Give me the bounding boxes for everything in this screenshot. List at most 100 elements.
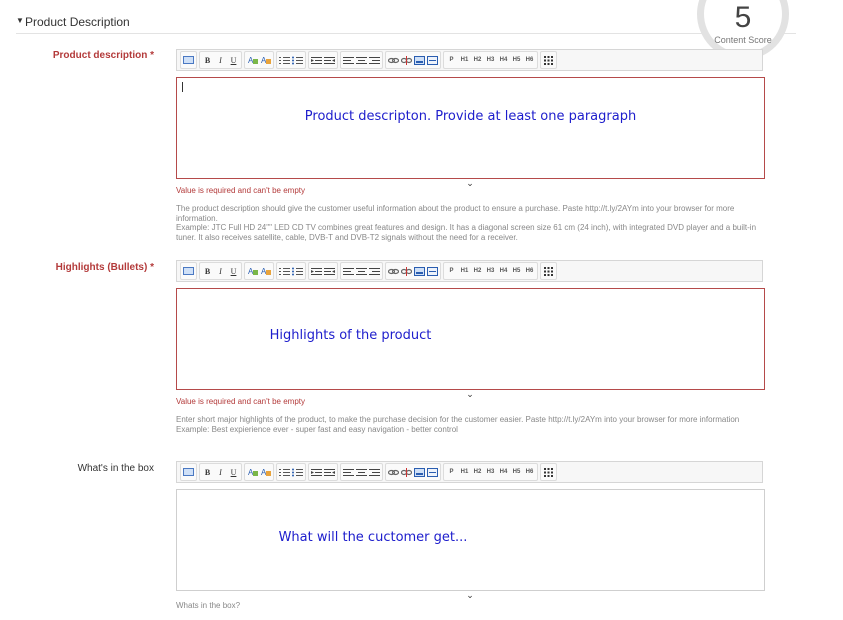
paragraph-button[interactable]: P — [445, 264, 458, 278]
unordered-list-icon[interactable] — [291, 264, 304, 278]
whats-in-the-box-label: What's in the box — [77, 463, 154, 474]
link-icon[interactable] — [387, 465, 400, 479]
resize-handle-icon[interactable]: ⌄ — [464, 591, 476, 600]
h4-button[interactable]: H4 — [497, 53, 510, 67]
unlink-icon[interactable] — [400, 465, 413, 479]
image-icon[interactable] — [413, 264, 426, 278]
outdent-icon[interactable] — [310, 53, 323, 67]
link-icon[interactable] — [387, 264, 400, 278]
italic-button[interactable]: I — [214, 53, 227, 67]
h1-button[interactable]: H1 — [458, 264, 471, 278]
content-score-label: Content Score — [714, 35, 772, 45]
align-left-icon[interactable] — [342, 53, 355, 67]
table-grid-icon[interactable] — [542, 53, 555, 67]
text-cursor — [182, 82, 183, 92]
h3-button[interactable]: H3 — [484, 53, 497, 67]
source-view-icon[interactable] — [182, 264, 195, 278]
underline-button[interactable]: U — [227, 53, 240, 67]
table-grid-icon[interactable] — [542, 264, 555, 278]
h2-button[interactable]: H2 — [471, 264, 484, 278]
h6-button[interactable]: H6 — [523, 465, 536, 479]
unlink-icon[interactable] — [400, 264, 413, 278]
h2-button[interactable]: H2 — [471, 465, 484, 479]
indent-icon[interactable] — [323, 53, 336, 67]
section-header[interactable]: ▼ Product Description — [16, 12, 796, 34]
horizontal-rule-icon[interactable] — [426, 264, 439, 278]
section-title: Product Description — [25, 15, 130, 29]
paragraph-button[interactable]: P — [445, 53, 458, 67]
indent-icon[interactable] — [323, 264, 336, 278]
whats-in-the-box-placeholder: What will the cuctomer get... — [278, 530, 468, 545]
paragraph-button[interactable]: P — [445, 465, 458, 479]
underline-button[interactable]: U — [227, 264, 240, 278]
product-description-editor[interactable]: Product descripton. Provide at least one… — [176, 77, 765, 179]
h1-button[interactable]: H1 — [458, 53, 471, 67]
align-left-icon[interactable] — [342, 264, 355, 278]
indent-icon[interactable] — [323, 465, 336, 479]
resize-handle-icon[interactable]: ⌄ — [464, 179, 476, 188]
description-error-message: Value is required and can't be empty — [176, 186, 306, 195]
description-help-text: The product description should give the … — [176, 204, 757, 242]
background-color-icon[interactable]: A — [259, 53, 272, 67]
highlights-help-text: Enter short major highlights of the prod… — [176, 415, 740, 434]
in-the-box-editor-toolbar: B I U A A P H1 H2 H3 H4 H5 H6 — [176, 461, 763, 483]
h6-button[interactable]: H6 — [523, 53, 536, 67]
text-color-icon[interactable]: A — [246, 465, 259, 479]
highlights-error-message: Value is required and can't be empty — [176, 397, 306, 406]
text-color-icon[interactable]: A — [246, 264, 259, 278]
link-icon[interactable] — [387, 53, 400, 67]
align-center-icon[interactable] — [355, 465, 368, 479]
underline-button[interactable]: U — [227, 465, 240, 479]
h6-button[interactable]: H6 — [523, 264, 536, 278]
source-view-icon[interactable] — [182, 53, 195, 67]
bold-button[interactable]: B — [201, 264, 214, 278]
image-icon[interactable] — [413, 465, 426, 479]
highlights-placeholder: Highlights of the product — [269, 328, 432, 343]
h5-button[interactable]: H5 — [510, 465, 523, 479]
italic-button[interactable]: I — [214, 264, 227, 278]
italic-button[interactable]: I — [214, 465, 227, 479]
h2-button[interactable]: H2 — [471, 53, 484, 67]
ordered-list-icon[interactable] — [278, 264, 291, 278]
source-view-icon[interactable] — [182, 465, 195, 479]
h5-button[interactable]: H5 — [510, 53, 523, 67]
align-left-icon[interactable] — [342, 465, 355, 479]
collapse-caret-icon[interactable]: ▼ — [16, 16, 24, 25]
unordered-list-icon[interactable] — [291, 53, 304, 67]
background-color-icon[interactable]: A — [259, 264, 272, 278]
table-grid-icon[interactable] — [542, 465, 555, 479]
align-right-icon[interactable] — [368, 264, 381, 278]
resize-handle-icon[interactable]: ⌄ — [464, 390, 476, 399]
h1-button[interactable]: H1 — [458, 465, 471, 479]
outdent-icon[interactable] — [310, 264, 323, 278]
image-icon[interactable] — [413, 53, 426, 67]
whats-in-the-box-editor[interactable]: What will the cuctomer get... — [176, 489, 765, 591]
highlights-editor-toolbar: B I U A A P H1 H2 H3 H4 H5 H6 — [176, 260, 763, 282]
align-center-icon[interactable] — [355, 53, 368, 67]
h3-button[interactable]: H3 — [484, 264, 497, 278]
ordered-list-icon[interactable] — [278, 53, 291, 67]
unordered-list-icon[interactable] — [291, 465, 304, 479]
h4-button[interactable]: H4 — [497, 264, 510, 278]
h4-button[interactable]: H4 — [497, 465, 510, 479]
background-color-icon[interactable]: A — [259, 465, 272, 479]
horizontal-rule-icon[interactable] — [426, 465, 439, 479]
bold-button[interactable]: B — [201, 465, 214, 479]
align-right-icon[interactable] — [368, 53, 381, 67]
horizontal-rule-icon[interactable] — [426, 53, 439, 67]
ordered-list-icon[interactable] — [278, 465, 291, 479]
h5-button[interactable]: H5 — [510, 264, 523, 278]
align-right-icon[interactable] — [368, 465, 381, 479]
align-center-icon[interactable] — [355, 264, 368, 278]
outdent-icon[interactable] — [310, 465, 323, 479]
h3-button[interactable]: H3 — [484, 465, 497, 479]
product-description-label: Product description * — [52, 50, 154, 61]
bold-button[interactable]: B — [201, 53, 214, 67]
highlights-label: Highlights (Bullets) * — [55, 262, 154, 273]
product-description-placeholder: Product descripton. Provide at least one… — [304, 109, 637, 124]
content-score-value: 5 — [734, 1, 752, 34]
unlink-icon[interactable] — [400, 53, 413, 67]
highlights-editor[interactable]: Highlights of the product — [176, 288, 765, 390]
text-color-icon[interactable]: A — [246, 53, 259, 67]
description-editor-toolbar: B I U A A P H1 H2 H3 H4 H5 H6 — [176, 49, 763, 71]
